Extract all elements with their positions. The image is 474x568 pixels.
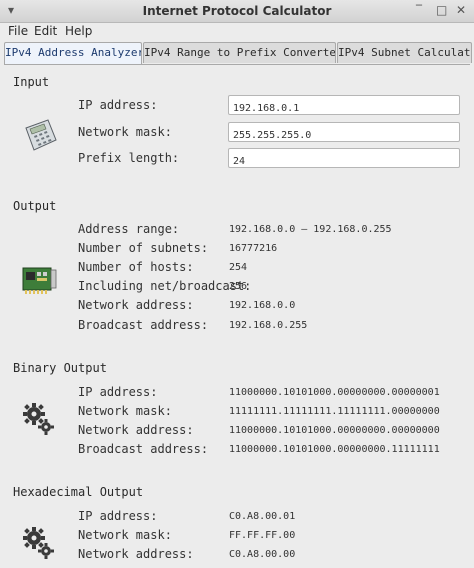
hex-network-mask-value: FF.FF.FF.00 <box>229 530 296 541</box>
window-title: Internet Protocol Calculator <box>142 4 332 18</box>
menu-edit[interactable]: Edit <box>34 24 57 38</box>
hex-ip-address-value: C0.A8.00.01 <box>229 511 296 522</box>
ip-address-label: IP address: <box>78 98 158 112</box>
binary-broadcast-address-value: 11000000.10101000.00000000.11111111 <box>229 444 440 455</box>
including-net-broadcast-value: 256 <box>229 281 248 292</box>
address-range-value: 192.168.0.0 – 192.168.0.255 <box>229 224 392 235</box>
output-section-title: Output <box>13 199 57 213</box>
network-mask-field[interactable] <box>228 122 460 145</box>
hex-network-address-label: Network address: <box>78 547 194 561</box>
broadcast-address-value: 192.168.0.255 <box>229 320 308 331</box>
maximize-icon[interactable]: □ <box>436 3 447 17</box>
menu-help[interactable]: Help <box>65 24 92 38</box>
prefix-length-field[interactable] <box>228 148 460 171</box>
network-card-icon <box>22 267 57 294</box>
tab-ipv4-range-to-prefix-converter[interactable]: IPv4 Range to Prefix Converter <box>143 42 336 63</box>
binary-network-mask-label: Network mask: <box>78 404 172 418</box>
tab-ipv4-subnet-calculator[interactable]: IPv4 Subnet Calculator <box>337 42 472 63</box>
prefix-length-input[interactable] <box>229 152 453 171</box>
binary-network-address-value: 11000000.10101000.00000000.00000000 <box>229 425 440 436</box>
network-address-value: 192.168.0.0 <box>229 300 296 311</box>
gears-icon <box>23 527 54 559</box>
title-bar[interactable]: ▾ Internet Protocol Calculator ‾ □ ✕ <box>0 0 474 23</box>
calculator-icon <box>25 119 57 151</box>
input-section-title: Input <box>13 75 50 89</box>
binary-ip-address-value: 11000000.10101000.00000000.00000001 <box>229 387 440 398</box>
number-of-hosts-label: Number of hosts: <box>78 260 194 274</box>
binary-network-mask-value: 11111111.11111111.11111111.00000000 <box>229 406 440 417</box>
gears-icon <box>23 403 54 435</box>
hex-network-address-value: C0.A8.00.00 <box>229 549 296 560</box>
number-of-subnets-label: Number of subnets: <box>78 241 209 255</box>
ip-address-input[interactable] <box>229 99 453 118</box>
menu-file[interactable]: File <box>8 24 28 38</box>
minimize-icon[interactable]: ‾ <box>416 3 422 17</box>
ip-address-field[interactable] <box>228 95 460 118</box>
hex-network-mask-label: Network mask: <box>78 528 172 542</box>
close-icon[interactable]: ✕ <box>456 3 466 17</box>
number-of-hosts-value: 254 <box>229 262 248 273</box>
network-mask-input[interactable] <box>229 126 453 145</box>
address-range-label: Address range: <box>78 222 180 236</box>
binary-ip-address-label: IP address: <box>78 385 158 399</box>
binary-broadcast-address-label: Broadcast address: <box>78 442 209 456</box>
tab-ipv4-address-analyzer[interactable]: IPv4 Address Analyzer <box>4 42 142 64</box>
including-net-broadcast-label: Including net/broadcast: <box>78 279 252 293</box>
binary-network-address-label: Network address: <box>78 423 194 437</box>
broadcast-address-label: Broadcast address: <box>78 318 209 332</box>
hexadecimal-output-section-title: Hexadecimal Output <box>13 485 144 499</box>
prefix-length-label: Prefix length: <box>78 151 180 165</box>
tab-bar: IPv4 Address Analyzer IPv4 Range to Pref… <box>4 42 472 64</box>
network-address-label: Network address: <box>78 298 194 312</box>
network-mask-label: Network mask: <box>78 125 172 139</box>
hex-ip-address-label: IP address: <box>78 509 158 523</box>
menu-bar: File Edit Help <box>0 22 474 40</box>
number-of-subnets-value: 16777216 <box>229 243 278 254</box>
binary-output-section-title: Binary Output <box>13 361 107 375</box>
